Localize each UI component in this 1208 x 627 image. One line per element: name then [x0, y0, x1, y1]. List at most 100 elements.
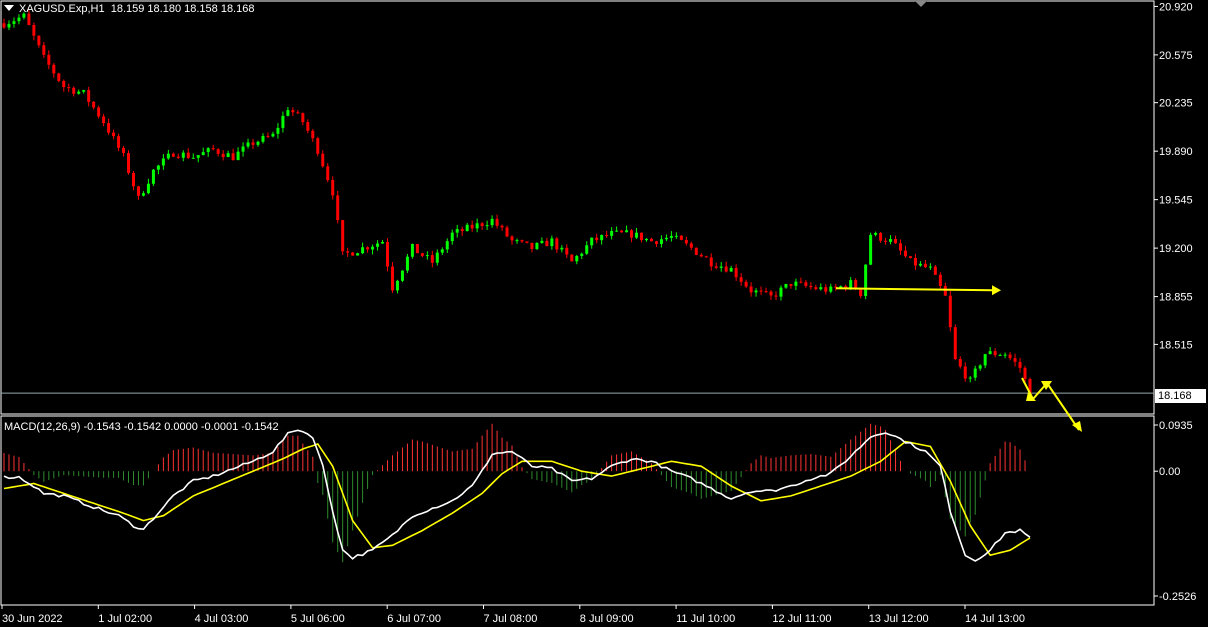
annotations-layer — [835, 285, 1082, 432]
candle-body — [231, 153, 235, 161]
candle-body — [565, 247, 569, 255]
candle-body — [679, 235, 683, 240]
candle-body — [336, 195, 340, 221]
time-tick-label: 7 Jul 08:00 — [484, 613, 538, 625]
candle-body — [371, 246, 375, 250]
candle-body — [67, 87, 71, 89]
candle-body — [405, 256, 409, 271]
candle-body — [555, 238, 559, 250]
candle-body — [814, 287, 818, 290]
candle-body — [575, 255, 579, 262]
candle-body — [615, 230, 619, 232]
price-tick-label: 18.515 — [1159, 339, 1193, 351]
candle-body — [216, 149, 220, 154]
candle-body — [968, 377, 972, 379]
chart-canvas: 20.920 20.575 20.235 19.890 19.545 19.200 18.8… — [0, 0, 1196, 625]
candle-body — [983, 354, 987, 366]
candle-body — [72, 87, 76, 94]
candle-body — [281, 115, 285, 128]
ohlc-values: 18.159 18.180 18.158 18.168 — [110, 3, 255, 15]
time-tick-label: 8 Jul 09:00 — [580, 613, 634, 625]
candle-body — [191, 157, 195, 159]
candle-body — [256, 141, 260, 145]
time-tick-label: 30 Jun 2022 — [2, 613, 63, 625]
candle-body — [664, 237, 668, 240]
candle-body — [510, 236, 514, 241]
candle-body — [331, 180, 335, 196]
candle-body — [122, 147, 126, 154]
candle-body — [82, 90, 86, 92]
candle-body — [425, 255, 429, 257]
time-tick-label: 6 Jul 07:00 — [387, 613, 441, 625]
candle-body — [460, 229, 464, 232]
candle-body — [749, 286, 753, 293]
candle-body — [161, 158, 165, 166]
candle-body — [181, 152, 185, 158]
candle-body — [7, 23, 11, 28]
candle-body — [874, 232, 878, 235]
candle-body — [440, 249, 444, 253]
time-tick-label: 11 Jul 10:00 — [676, 613, 735, 625]
candle-body — [316, 138, 320, 154]
candle-body — [470, 224, 474, 229]
candle-body — [495, 218, 499, 226]
candle-body — [127, 153, 131, 173]
candle-body — [57, 73, 61, 81]
candle-body — [699, 254, 703, 257]
candle-body — [729, 267, 733, 272]
candle-body — [410, 243, 414, 257]
candle-body — [864, 264, 868, 297]
candle-body — [948, 295, 952, 328]
candle-body — [117, 136, 121, 148]
candle-body — [326, 166, 330, 181]
candle-body — [465, 224, 469, 232]
candle-body — [306, 122, 310, 131]
candle-body — [341, 220, 345, 252]
candle-body — [669, 235, 673, 238]
candle-body — [535, 243, 539, 249]
candle-body — [625, 230, 629, 233]
candle-body — [236, 151, 240, 161]
candle-body — [62, 80, 66, 88]
candle-body — [450, 232, 454, 242]
candle-body — [734, 267, 738, 278]
candle-body — [719, 266, 723, 268]
macd-pane-border — [0, 415, 1155, 606]
candle-body — [435, 252, 439, 263]
current-price-tag: 18.168 — [1155, 389, 1206, 403]
candle-body — [226, 153, 230, 158]
price-tick-label: 19.200 — [1159, 243, 1193, 255]
candle-body — [201, 152, 205, 156]
candle-body — [714, 266, 718, 268]
collapse-triangle-icon[interactable] — [4, 5, 14, 11]
candle-body — [107, 123, 111, 133]
candle-body — [131, 172, 135, 187]
candle-body — [47, 54, 51, 65]
candle-body — [251, 142, 255, 145]
candle-body — [943, 285, 947, 296]
candle-body — [480, 223, 484, 226]
candle-body — [759, 290, 763, 292]
macd-tick-label: 0.0935 — [1159, 420, 1193, 432]
time-tick-label: 1 Jul 02:00 — [98, 613, 152, 625]
candle-body — [102, 116, 106, 124]
chart-frames — [0, 0, 1155, 606]
candle-body — [918, 263, 922, 266]
candle-body — [1003, 354, 1007, 356]
candle-body — [754, 290, 758, 293]
candle-body — [899, 243, 903, 251]
candle-body — [276, 127, 280, 134]
candle-body — [928, 266, 932, 268]
candle-body — [570, 254, 574, 262]
candle-body — [2, 23, 6, 28]
candle-body — [889, 238, 893, 242]
time-tick-label: 13 Jul 12:00 — [869, 613, 929, 625]
symbol-header: XAGUSD.Exp,H1 18.159 18.180 18.158 18.16… — [4, 3, 254, 15]
candle-body — [376, 243, 380, 247]
candle-body — [879, 232, 883, 241]
candle-body — [684, 239, 688, 244]
candle-body — [520, 240, 524, 242]
macd-header: MACD(12,26,9) -0.1543 -0.1542 0.0000 -0.… — [4, 421, 279, 433]
macd-histogram — [3, 423, 1026, 563]
candle-body — [654, 241, 658, 244]
